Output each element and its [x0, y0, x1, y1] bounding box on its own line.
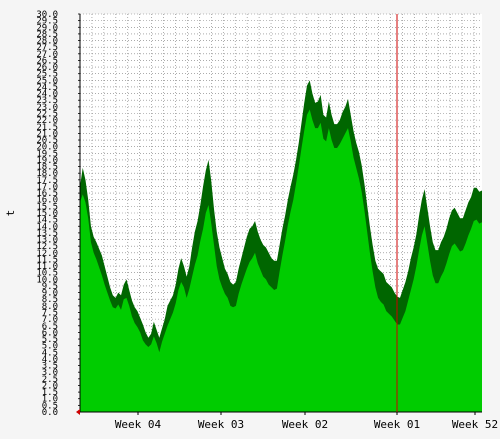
y-tick-label: 30.0	[36, 10, 58, 20]
y-axis-label: t	[4, 210, 17, 217]
x-tick-label: Week 02	[282, 418, 328, 431]
temperature-chart: 0.00.51.01.52.02.53.03.54.04.55.05.56.06…	[0, 0, 500, 435]
x-tick-label: Week 03	[198, 418, 244, 431]
x-tick-label: Week 01	[374, 418, 420, 431]
x-tick-label: Week 04	[115, 418, 162, 431]
x-tick-label: Week 52	[452, 418, 498, 431]
chart-container: 0.0 0.5 1.0 1.5 2.0 2.5 3.0 3.5 4.0 4.5 5.0 5.5 6.0 6…	[0, 0, 500, 435]
